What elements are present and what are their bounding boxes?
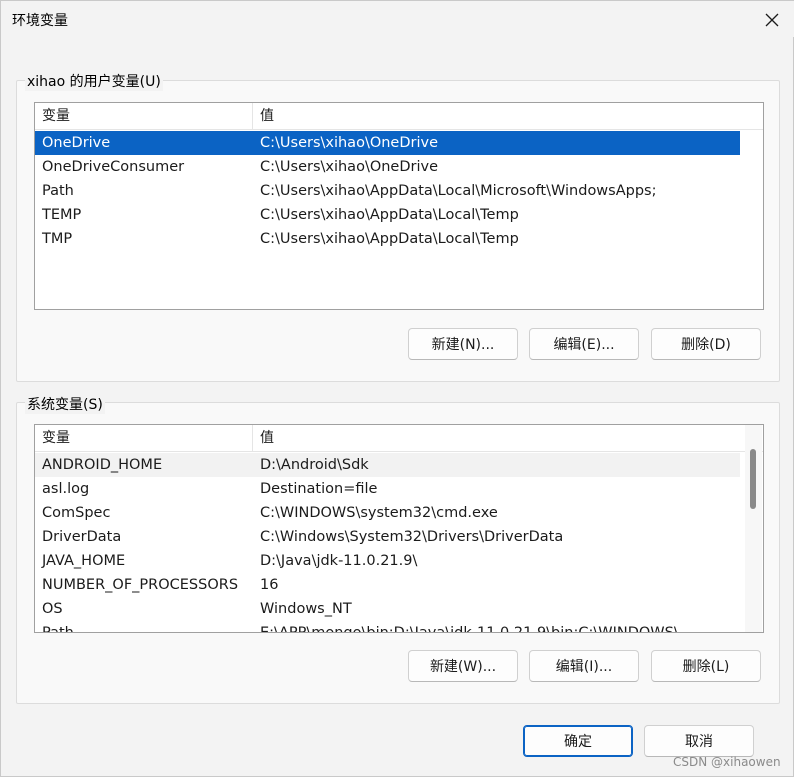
user-variables-label: xihao 的用户变量(U) (25, 71, 163, 91)
variable-name: OS (42, 601, 63, 617)
user-variables-list[interactable]: 变量 值 OneDrive C:\Users\xihao\OneDrive OneD… (34, 102, 764, 310)
variable-value: E:\APP\mongo\bin;D:\Java\jdk-11.0.21.9\b… (260, 625, 679, 633)
variable-value: Destination=file (260, 481, 378, 497)
table-row[interactable]: Path C:\Users\xihao\AppData\Local\Microso… (35, 179, 740, 203)
system-variables-list[interactable]: 变量 值 ANDROID_HOME D:\Android\Sdk asl.log De… (34, 424, 764, 633)
table-row[interactable]: DriverData C:\Windows\System32\Drivers\Dr… (35, 525, 740, 549)
variable-name: Path (42, 183, 74, 199)
system-edit-button[interactable]: 编辑(I)... (529, 650, 639, 682)
system-variables-label: 系统变量(S) (25, 394, 105, 414)
table-row[interactable]: TEMP C:\Users\xihao\AppData\Local\Temp (35, 203, 740, 227)
table-row[interactable]: OS Windows_NT (35, 597, 740, 621)
list-header: 变量 值 (35, 103, 763, 130)
table-row[interactable]: TMP C:\Users\xihao\AppData\Local\Temp (35, 227, 740, 251)
watermark: CSDN @xihaowen (673, 755, 781, 769)
table-row[interactable]: OneDrive C:\Users\xihao\OneDrive (35, 131, 740, 155)
variable-name: TEMP (42, 207, 82, 223)
variable-value: D:\Java\jdk-11.0.21.9\ (260, 553, 418, 569)
variable-name: TMP (42, 231, 73, 247)
close-icon (765, 13, 779, 27)
variable-value: C:\Users\xihao\OneDrive (260, 135, 439, 151)
variable-value: C:\Users\xihao\OneDrive (260, 159, 439, 175)
cancel-button[interactable]: 取消 (644, 725, 754, 757)
user-new-button[interactable]: 新建(N)... (408, 328, 518, 360)
user-delete-button[interactable]: 删除(D) (651, 328, 761, 360)
variable-name: NUMBER_OF_PROCESSORS (42, 577, 239, 593)
window-title: 环境变量 (12, 13, 68, 29)
close-button[interactable] (757, 7, 787, 33)
variable-value: C:\Users\xihao\AppData\Local\Temp (260, 207, 519, 223)
variable-value: C:\Windows\System32\Drivers\DriverData (260, 529, 564, 545)
system-new-button[interactable]: 新建(W)... (408, 650, 518, 682)
column-header-value[interactable]: 值 (253, 103, 763, 129)
variable-value: C:\Users\xihao\AppData\Local\Microsoft\W… (260, 183, 657, 199)
column-header-variable[interactable]: 变量 (35, 425, 253, 451)
table-row[interactable]: ComSpec C:\WINDOWS\system32\cmd.exe (35, 501, 740, 525)
variable-value: 16 (260, 577, 279, 593)
variable-name: DriverData (42, 529, 122, 545)
variable-name: ComSpec (42, 505, 111, 521)
variable-name: OneDrive (42, 135, 111, 151)
table-row[interactable]: JAVA_HOME D:\Java\jdk-11.0.21.9\ (35, 549, 740, 573)
vertical-scrollbar[interactable] (745, 425, 762, 632)
variable-name: ANDROID_HOME (42, 457, 163, 473)
system-delete-button[interactable]: 删除(L) (651, 650, 761, 682)
column-header-variable[interactable]: 变量 (35, 103, 253, 129)
table-row[interactable]: NUMBER_OF_PROCESSORS 16 (35, 573, 740, 597)
title-bar: 环境变量 (1, 1, 794, 37)
variable-value: D:\Android\Sdk (260, 457, 369, 473)
variable-value: Windows_NT (260, 601, 352, 617)
user-edit-button[interactable]: 编辑(E)... (529, 328, 639, 360)
table-row[interactable]: OneDriveConsumer C:\Users\xihao\OneDrive (35, 155, 740, 179)
table-row[interactable]: asl.log Destination=file (35, 477, 740, 501)
column-header-value[interactable]: 值 (253, 425, 763, 451)
environment-variables-dialog: 环境变量 xihao 的用户变量(U) 变量 值 OneDrive C:\User… (0, 0, 794, 777)
ok-button[interactable]: 确定 (523, 725, 633, 757)
variable-name: JAVA_HOME (42, 553, 126, 569)
variable-value: C:\WINDOWS\system32\cmd.exe (260, 505, 498, 521)
list-header: 变量 值 (35, 425, 763, 452)
variable-name: asl.log (42, 481, 90, 497)
variable-name: OneDriveConsumer (42, 159, 185, 175)
variable-value: C:\Users\xihao\AppData\Local\Temp (260, 231, 519, 247)
table-row[interactable]: ANDROID_HOME D:\Android\Sdk (35, 453, 740, 477)
scrollbar-thumb[interactable] (750, 449, 756, 509)
table-row[interactable]: Path E:\APP\mongo\bin;D:\Java\jdk-11.0.21… (35, 621, 740, 633)
variable-name: Path (42, 625, 74, 633)
